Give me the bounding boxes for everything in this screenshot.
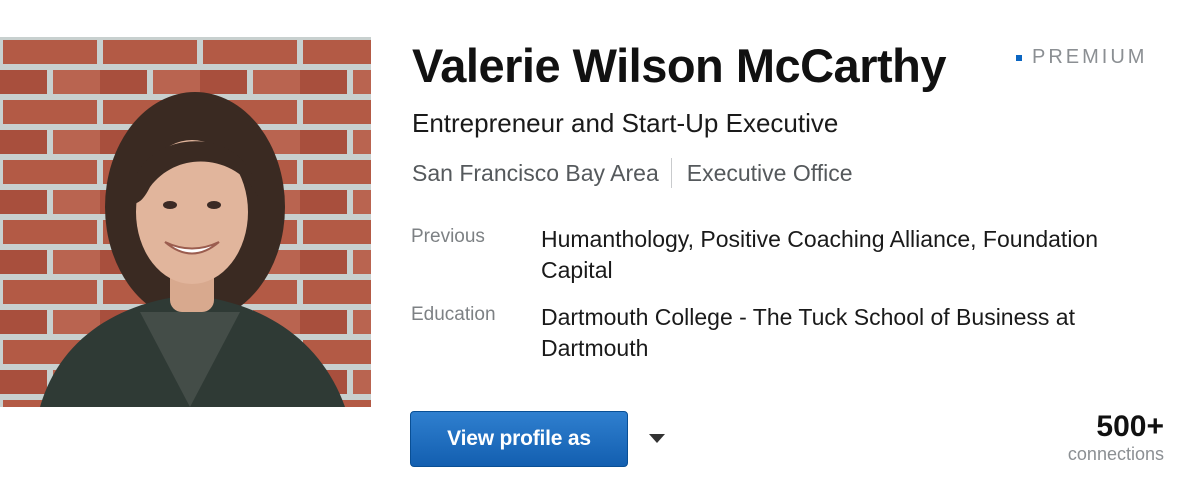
education-value[interactable]: Dartmouth College - The Tuck School of B… [541, 302, 1161, 364]
previous-value[interactable]: Humanthology, Positive Coaching Alliance… [541, 224, 1161, 286]
view-profile-as-button[interactable]: View profile as [410, 411, 628, 467]
premium-badge: PREMIUM [1016, 46, 1147, 69]
location-link[interactable]: San Francisco Bay Area [412, 160, 659, 187]
profile-name: Valerie Wilson McCarthy [412, 39, 946, 92]
caret-down-icon[interactable] [645, 430, 669, 446]
profile-meta: San Francisco Bay Area Executive Office [412, 158, 853, 188]
profile-photo[interactable] [0, 37, 371, 407]
previous-label: Previous [411, 226, 485, 247]
connections-label: connections [1067, 444, 1164, 464]
meta-divider [670, 158, 672, 188]
premium-label: PREMIUM [1032, 46, 1148, 68]
education-label: Education [411, 304, 496, 325]
industry-link[interactable]: Executive Office [687, 160, 853, 187]
connections-count: 500+ [1096, 410, 1164, 443]
profile-photo-image [0, 37, 371, 407]
profile-headline: Entrepreneur and Start-Up Executive [412, 108, 839, 138]
premium-square-icon [1016, 54, 1022, 61]
